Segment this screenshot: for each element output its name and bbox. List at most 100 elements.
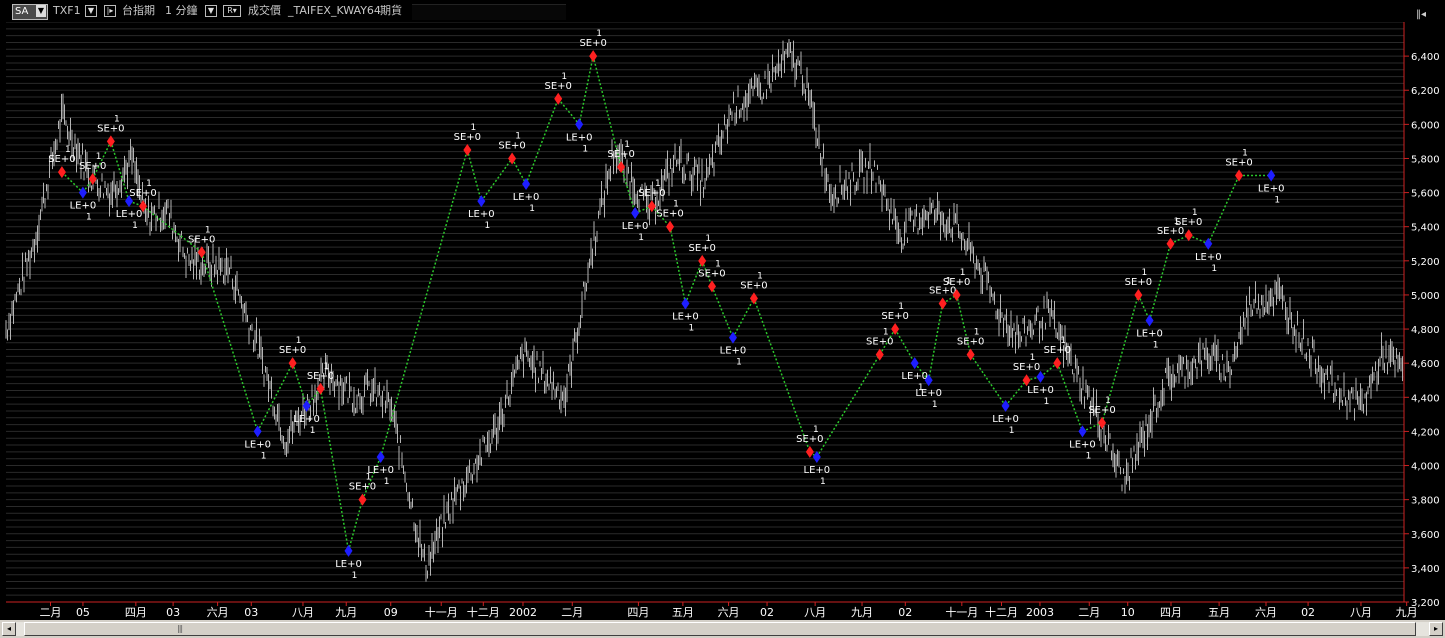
y-tick-label: 4,000 [1411, 462, 1440, 473]
trade-qty-label: 1 [96, 152, 102, 162]
x-tick-label: 二月 [1078, 606, 1100, 619]
trade-qty-label: 1 [655, 179, 661, 189]
trade-qty-label: 1 [146, 179, 152, 189]
trade-qty-label: 1 [205, 225, 211, 235]
trade-qty-label: 1 [86, 213, 92, 223]
horizontal-scrollbar[interactable]: ◂ ||| ▸ [0, 620, 1445, 638]
y-tick-label: 4,400 [1411, 393, 1440, 404]
trade-qty-label: 1 [960, 268, 966, 278]
y-tick-label: 3,400 [1411, 564, 1440, 575]
trade-qty-label: 1 [261, 451, 267, 461]
x-tick-label: 十一月 [945, 605, 978, 619]
long-entry-label: LE+0 [1136, 329, 1163, 340]
r-dropdown[interactable]: R▾ [223, 5, 241, 17]
trade-qty-label: 1 [932, 400, 938, 410]
x-tick-label: 四月 [627, 606, 649, 619]
x-tick-label: 九月 [335, 606, 357, 619]
trade-qty-label: 1 [1030, 353, 1036, 363]
trade-qty-label: 1 [1153, 341, 1159, 351]
trade-qty-label: 1 [689, 323, 695, 333]
y-tick-label: 5,200 [1411, 257, 1440, 268]
trade-qty-label: 1 [820, 477, 826, 487]
trade-qty-label: 1 [1192, 208, 1198, 218]
trade-qty-label: 1 [65, 145, 71, 155]
long-entry-label: LE+0 [804, 465, 831, 476]
long-entry-label: LE+0 [70, 201, 97, 212]
x-tick-label: 十二月 [985, 605, 1018, 619]
y-tick-label: 5,600 [1411, 189, 1440, 200]
trade-qty-label: 1 [736, 358, 742, 368]
x-tick-label: 03 [244, 606, 258, 619]
interval-label: 1 分鐘 [165, 4, 198, 17]
sell-entry-label: SE+0 [796, 434, 823, 445]
y-tick-label: 6,200 [1411, 86, 1440, 97]
trade-qty-label: 1 [673, 200, 679, 210]
x-tick-label: 2002 [509, 606, 537, 619]
sell-entry-label: SE+0 [1013, 362, 1040, 373]
long-entry-label: LE+0 [720, 346, 747, 357]
exchange-label: 台指期 [122, 4, 155, 17]
trade-qty-label: 1 [1086, 451, 1092, 461]
sell-entry-label: SE+0 [454, 132, 481, 143]
x-tick-label: 六月 [207, 606, 229, 619]
scroll-left-icon[interactable]: ◂ [2, 622, 16, 636]
trade-qty-label: 1 [715, 259, 721, 269]
trade-qty-label: 1 [1060, 336, 1066, 346]
sell-entry-label: SE+0 [957, 337, 984, 348]
trade-qty-label: 1 [1044, 397, 1050, 407]
symbol-dropdown-chevron-icon[interactable]: ▼ [85, 5, 97, 17]
y-tick-label: 5,800 [1411, 154, 1440, 165]
bar-step-icon[interactable]: |▸ [104, 5, 116, 17]
long-entry-label: LE+0 [1258, 184, 1285, 195]
sell-entry-label: SE+0 [698, 268, 725, 279]
x-tick-label: 五月 [672, 606, 694, 619]
long-entry-label: LE+0 [293, 414, 320, 425]
sell-entry-label: SE+0 [881, 311, 908, 322]
chart-toolbar: SA ▼ TXF1 ▼ |▸ 台指期 1 分鐘 ▼ R▾ 成交價 _TAIFEX… [0, 0, 1445, 22]
trade-qty-label: 1 [352, 571, 358, 581]
sell-entry-label: SE+0 [1125, 277, 1152, 288]
trade-qty-label: 1 [1142, 268, 1148, 278]
scroll-thumb[interactable]: ||| [24, 622, 1416, 636]
trade-qty-label: 1 [582, 144, 588, 154]
x-tick-label: 10 [1121, 606, 1135, 619]
y-tick-label: 6,000 [1411, 120, 1440, 131]
r-dropdown-label: R [227, 6, 233, 15]
trade-qty-label: 1 [624, 140, 630, 150]
symbol-selector[interactable]: SA ▼ [12, 4, 48, 20]
sell-entry-label: SE+0 [129, 188, 156, 199]
long-entry-label: LE+0 [901, 371, 928, 382]
sell-entry-label: SE+0 [656, 209, 683, 220]
scroll-right-icon[interactable]: ▸ [1429, 622, 1443, 636]
sell-entry-label: SE+0 [688, 243, 715, 254]
sell-entry-label: SE+0 [307, 371, 334, 382]
trade-qty-label: 1 [813, 425, 819, 435]
category-label: 期貨 [380, 4, 402, 17]
trade-qty-label: 1 [638, 233, 644, 243]
y-tick-label: 4,200 [1411, 427, 1440, 438]
x-tick-label: 二月 [39, 606, 61, 619]
sell-entry-label: SE+0 [97, 123, 124, 134]
sell-entry-label: SE+0 [188, 234, 215, 245]
long-entry-label: LE+0 [244, 439, 271, 450]
sell-entry-label: SE+0 [279, 345, 306, 356]
x-tick-label: 九月 [1396, 606, 1418, 619]
long-entry-label: LE+0 [335, 559, 362, 570]
sell-entry-label: SE+0 [48, 154, 75, 165]
x-tick-label: 03 [166, 606, 180, 619]
trade-qty-label: 1 [484, 221, 490, 231]
long-entry-label: LE+0 [1027, 385, 1054, 396]
sell-entry-label: SE+0 [498, 140, 525, 151]
long-entry-label: LE+0 [622, 221, 649, 232]
trade-qty-label: 1 [132, 221, 138, 231]
long-entry-label: LE+0 [1195, 252, 1222, 263]
sell-entry-label: SE+0 [638, 188, 665, 199]
trade-qty-label: 1 [561, 72, 567, 82]
sell-entry-label: SE+0 [607, 149, 634, 160]
long-entry-label: LE+0 [468, 209, 495, 220]
price-chart[interactable]: 3,2003,4003,6003,8004,0004,2004,4004,600… [0, 0, 1445, 620]
x-tick-label: 十二月 [467, 605, 500, 619]
axis-scale-icon[interactable]: ‖◂ [1416, 8, 1432, 22]
x-tick-label: 05 [76, 606, 90, 619]
interval-chevron-icon[interactable]: ▼ [205, 5, 217, 17]
